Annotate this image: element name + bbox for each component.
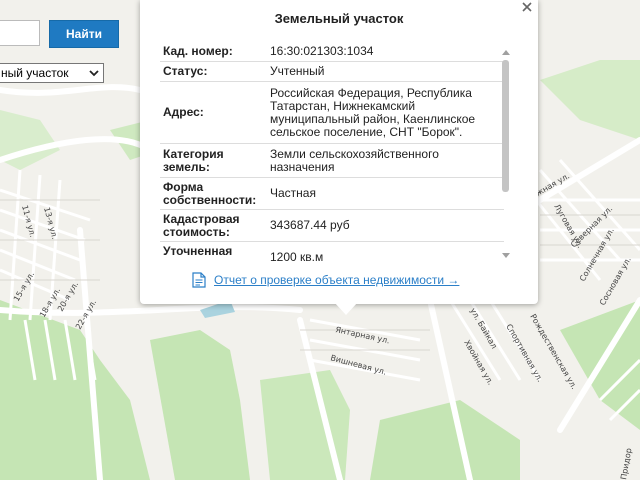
table-row: Кадастровая стоимость: 343687.44 руб (160, 210, 504, 242)
table-row: Уточненная площадь: 1200 кв.м (160, 242, 504, 261)
popup-title: Земельный участок (274, 11, 404, 26)
table-row: Статус: Учтенный (160, 62, 504, 82)
scroll-thumb[interactable] (502, 60, 509, 192)
row-label: Кадастровая стоимость: (163, 211, 240, 239)
scroll-up-arrow-icon[interactable] (501, 48, 511, 56)
scrollbar[interactable] (501, 48, 511, 262)
row-value: Земли сельскохозяйственного назначения (270, 146, 439, 174)
scroll-down-arrow-icon[interactable] (501, 252, 511, 260)
table-row: Адрес: Российская Федерация, Республика … (160, 82, 504, 144)
row-label: Статус: (163, 64, 208, 78)
close-icon[interactable] (521, 1, 533, 13)
row-value: 16:30:021303:1034 (270, 43, 374, 58)
row-value: 1200 кв.м (270, 250, 324, 262)
table-row: Кад. номер: 16:30:021303:1034 (160, 41, 504, 62)
row-label: Адрес: (163, 105, 204, 119)
row-label: Уточненная площадь: (163, 243, 233, 261)
row-label: Форма собственности: (163, 179, 257, 207)
row-label: Категория земель: (163, 146, 224, 174)
search-input[interactable] (0, 20, 40, 46)
popup-pointer (334, 302, 358, 315)
parcel-info-popup: Земельный участок Кад. номер: 16:30:0213… (140, 0, 538, 304)
layer-select[interactable]: ный участок (0, 63, 104, 83)
report-link-text[interactable]: Отчет о проверке объекта недвижимости → (214, 273, 459, 287)
row-value: 343687.44 руб (270, 218, 350, 232)
layer-select-value: ный участок (1, 66, 69, 80)
row-label: Кад. номер: (163, 43, 233, 58)
row-value: Российская Федерация, Республика Татарст… (270, 85, 476, 139)
table-row: Категория земель: Земли сельскохозяйстве… (160, 144, 504, 178)
table-row: Форма собственности: Частная (160, 178, 504, 210)
chevron-down-icon (89, 70, 99, 77)
row-value: Частная (270, 186, 316, 200)
property-table[interactable]: Кад. номер: 16:30:021303:1034 Статус: Уч… (160, 41, 504, 261)
row-value: Учтенный (270, 64, 325, 78)
document-icon (192, 272, 206, 288)
report-link[interactable]: Отчет о проверке объекта недвижимости → (192, 272, 459, 288)
find-button[interactable]: Найти (49, 20, 119, 48)
